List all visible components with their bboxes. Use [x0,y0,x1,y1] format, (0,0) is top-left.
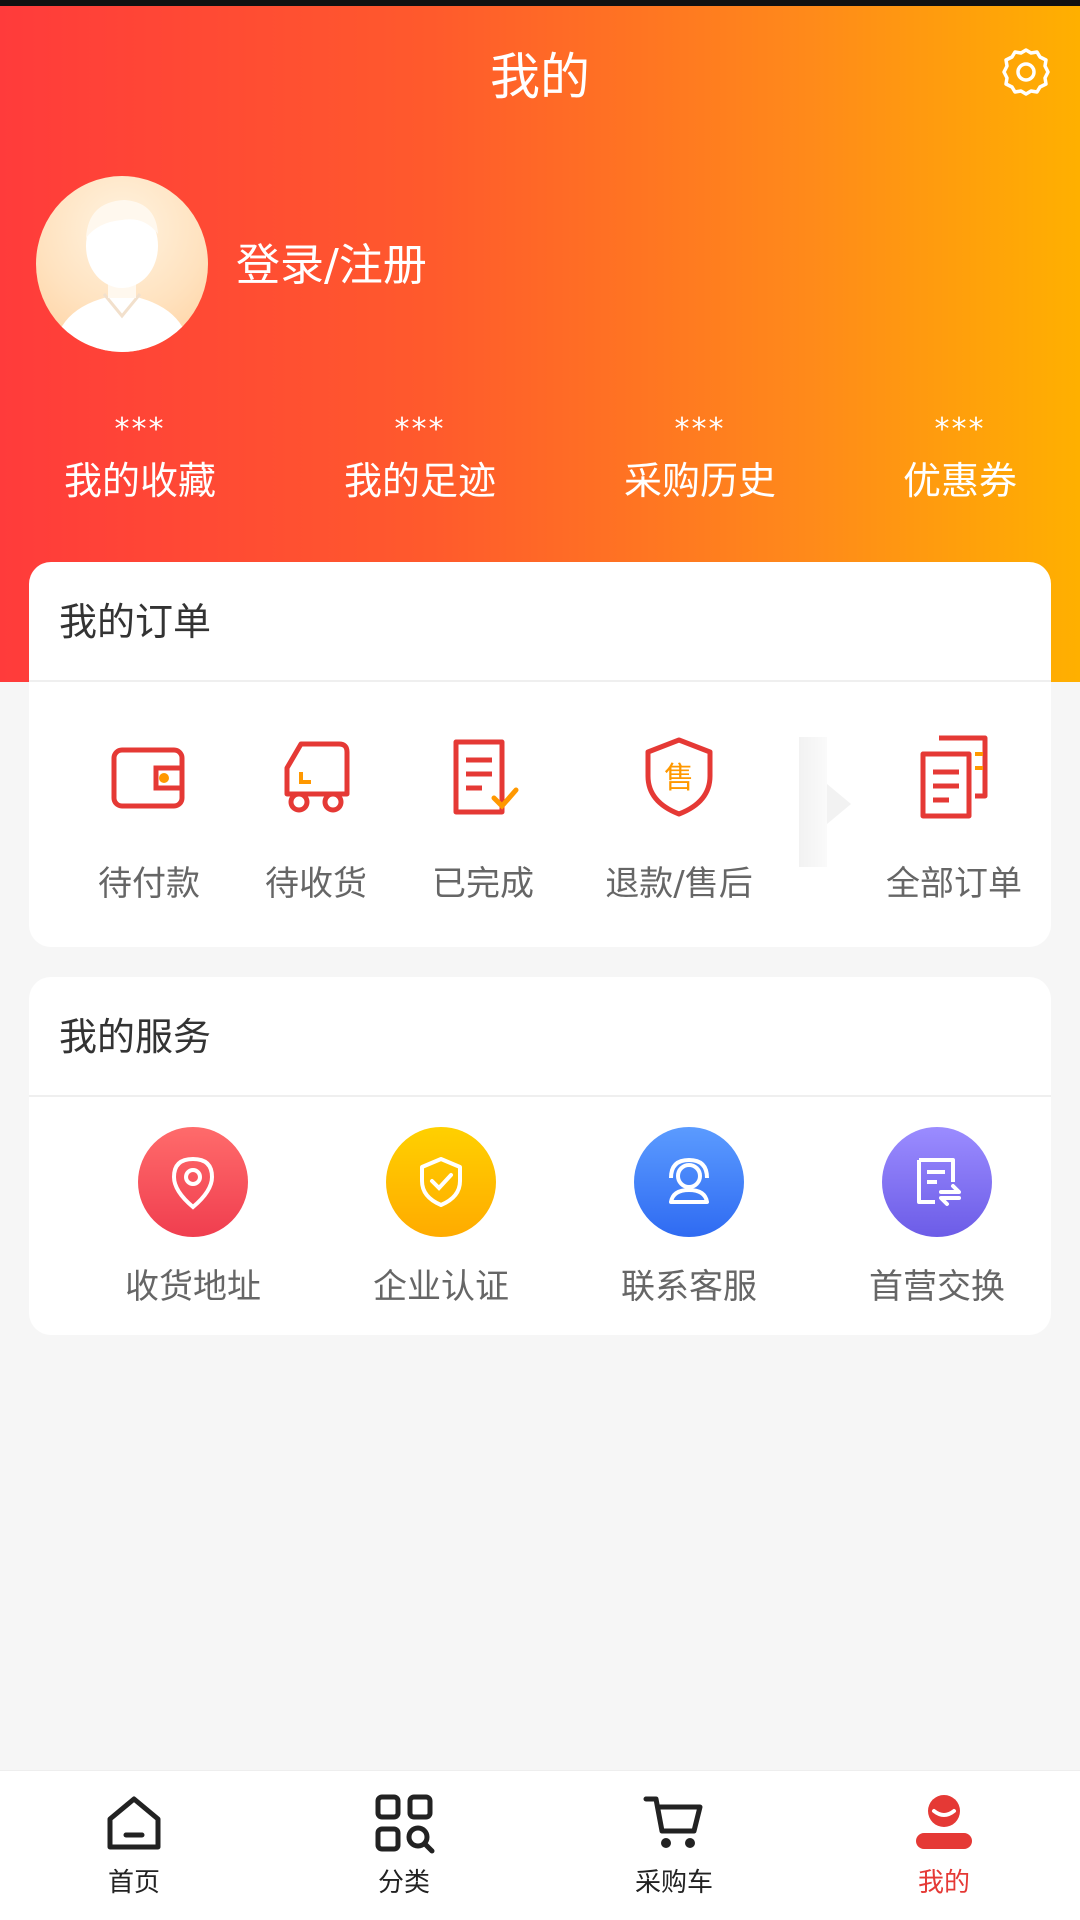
stat-label: 优惠券 [902,459,1017,503]
stat-value: *** [394,412,446,447]
bottom-tab-bar: 首页 分类 采购车 我的 [0,1770,1080,1920]
tab-label: 采购车 [634,1868,713,1898]
stat-coupons[interactable]: *** 优惠券 [870,410,1050,512]
order-label: 全部订单 [886,864,1022,904]
default-avatar-icon [54,200,190,352]
svg-text:售: 售 [664,761,694,796]
stat-value: *** [114,412,166,447]
service-icon-circle [386,1127,496,1237]
order-label: 待收货 [265,864,367,904]
order-pending-receipt[interactable]: 待收货 [236,732,396,905]
service-label: 首营交换 [869,1267,1005,1307]
stat-purchase-history[interactable]: *** 采购历史 [600,410,800,512]
profile-icon [916,1795,972,1849]
stats-row: *** 我的收藏 *** 我的足迹 *** 采购历史 *** 优惠券 [0,410,1080,520]
orders-card: 我的订单 待付款 待收货 已完成 售 退款/售后 全部订单 [29,562,1051,947]
stat-label: 采购历史 [623,459,776,503]
tab-profile[interactable]: 我的 [854,1791,1034,1901]
order-completed[interactable]: 已完成 [403,732,563,905]
settings-button[interactable] [998,44,1054,100]
order-refund-aftersales[interactable]: 售 退款/售后 [584,732,774,905]
service-label: 联系客服 [621,1267,757,1307]
truck-icon [284,741,350,813]
service-icon-circle [882,1127,992,1237]
service-shipping-address[interactable]: 收货地址 [78,1127,308,1308]
stat-label: 我的足迹 [343,459,496,503]
order-all[interactable]: 全部订单 [859,732,1049,905]
divider-arrow [827,784,851,824]
exchange-document-icon [917,1158,961,1206]
tab-home[interactable]: 首页 [44,1791,224,1901]
orders-title: 我的订单 [29,562,1051,682]
category-icon [375,1794,435,1854]
service-label: 收货地址 [125,1267,261,1307]
status-bar [0,0,1080,6]
service-label: 企业认证 [373,1267,509,1307]
tab-label: 我的 [917,1868,970,1898]
all-orders-icon [920,735,988,819]
stat-label: 我的收藏 [63,459,216,503]
service-first-exchange[interactable]: 首营交换 [822,1127,1052,1308]
order-label: 待付款 [98,864,200,904]
login-register-link[interactable]: 登录/注册 [236,236,427,296]
stat-value: *** [674,412,726,447]
wallet-icon [111,747,185,809]
avatar[interactable] [36,176,208,352]
stat-value: *** [934,412,986,447]
divider-shadow [799,737,827,867]
shield-check-icon [420,1157,462,1207]
customer-service-icon [669,1157,709,1204]
services-title: 我的服务 [29,977,1051,1097]
stat-favorites[interactable]: *** 我的收藏 [40,410,240,512]
service-icon-circle [138,1127,248,1237]
completed-document-icon [453,739,519,815]
order-label: 已完成 [432,864,534,904]
services-card: 我的服务 收货地址 企业认证 联系客服 首营交换 [29,977,1051,1335]
page-title: 我的 [490,48,590,106]
tab-cart[interactable]: 采购车 [584,1791,764,1901]
order-pending-payment[interactable]: 待付款 [69,732,229,905]
tab-category[interactable]: 分类 [314,1791,494,1901]
order-label: 退款/售后 [605,864,753,904]
tab-label: 分类 [377,1868,430,1898]
cart-icon [643,1796,703,1848]
gear-icon [1002,48,1050,96]
location-pin-icon [171,1156,215,1210]
stat-footprints[interactable]: *** 我的足迹 [320,410,520,512]
home-icon [107,1796,161,1850]
after-sales-shield-icon: 售 [645,737,713,817]
service-customer-support[interactable]: 联系客服 [574,1127,804,1308]
service-enterprise-cert[interactable]: 企业认证 [326,1127,556,1308]
service-icon-circle [634,1127,744,1237]
tab-label: 首页 [107,1868,160,1898]
